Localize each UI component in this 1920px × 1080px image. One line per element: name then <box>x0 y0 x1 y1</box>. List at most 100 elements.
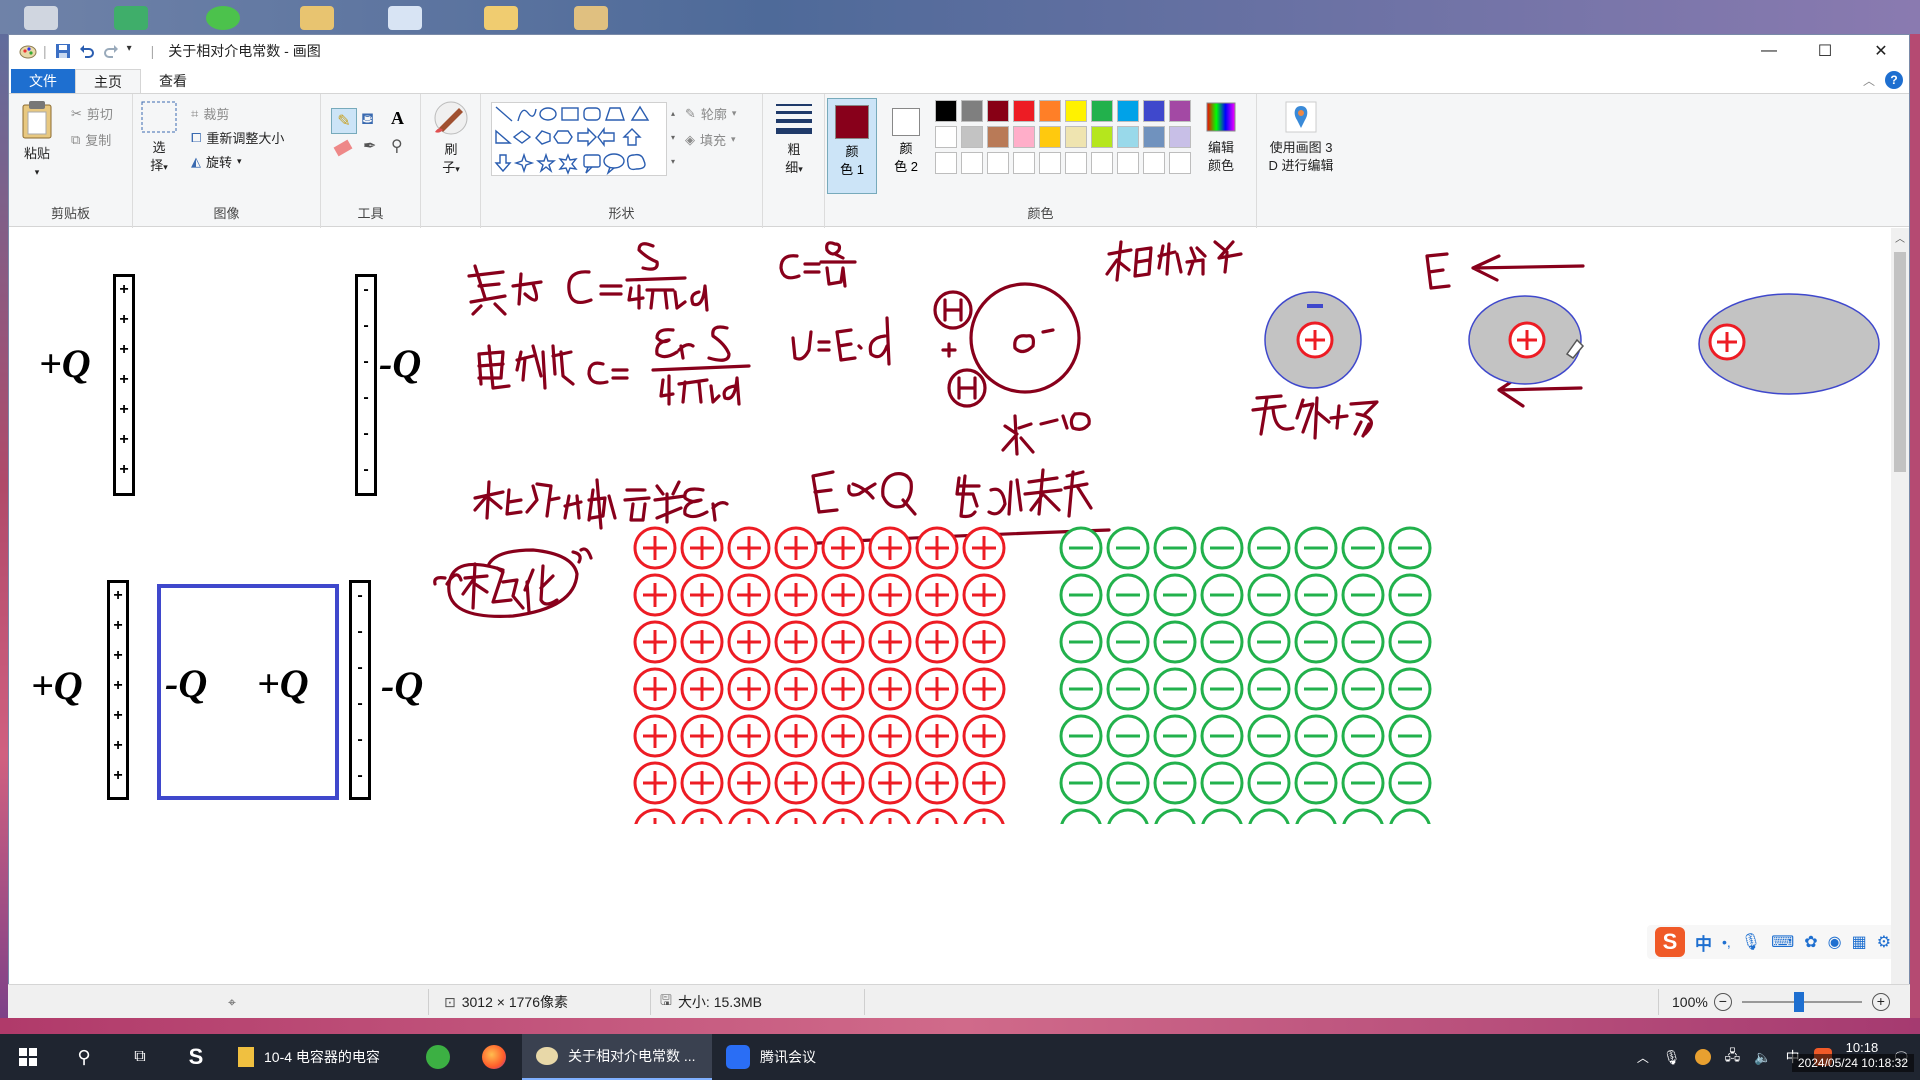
sogou-icon[interactable]: S <box>1655 927 1685 957</box>
settings-icon[interactable]: ⚙ <box>1877 932 1891 952</box>
vertical-scroll-thumb[interactable] <box>1894 252 1906 472</box>
color1-button[interactable]: 颜 色 1 <box>827 98 877 194</box>
taskbar-app-sogou[interactable]: S <box>168 1034 224 1080</box>
palette-swatch[interactable] <box>1039 126 1061 148</box>
fill-button[interactable]: ◈ 填充 ▾ <box>685 130 736 149</box>
search-button[interactable]: ⚲ <box>56 1034 112 1080</box>
redo-icon[interactable] <box>103 43 119 59</box>
skin-icon[interactable]: ✿ <box>1804 932 1817 952</box>
shapes-gallery[interactable] <box>491 102 667 176</box>
volume-icon[interactable]: 🔈 <box>1754 1049 1771 1066</box>
vertical-scrollbar[interactable]: ︿ <box>1891 228 1909 998</box>
outline-button[interactable]: ✎ 轮廓 ▾ <box>685 104 736 123</box>
palette-swatch[interactable] <box>1013 100 1035 122</box>
desktop-folder-icon[interactable] <box>300 6 334 30</box>
zoom-in-button[interactable]: + <box>1871 993 1890 1011</box>
palette-swatch[interactable] <box>1039 152 1061 174</box>
tray-overflow-icon[interactable]: ︿ <box>1637 1049 1649 1066</box>
network-icon[interactable]: 🖧 <box>1725 1045 1741 1069</box>
eraser-tool[interactable] <box>333 139 353 157</box>
cut-button[interactable]: ✂ 剪切 <box>71 104 113 123</box>
palette-swatch[interactable] <box>935 126 957 148</box>
crop-button[interactable]: ⌗ 裁剪 <box>191 104 229 123</box>
taskbar-app-folder[interactable]: 10-4 电容器的电容 <box>224 1034 410 1080</box>
desktop-app-icon[interactable] <box>114 6 148 30</box>
palette-swatch[interactable] <box>1065 126 1087 148</box>
desktop-file-icon[interactable] <box>388 6 422 30</box>
palette-swatch[interactable] <box>1117 100 1139 122</box>
palette-swatch[interactable] <box>961 100 983 122</box>
recycle-bin-icon[interactable] <box>24 6 58 30</box>
palette-swatch[interactable] <box>1143 100 1165 122</box>
tab-home[interactable]: 主页 <box>75 69 141 93</box>
select-button[interactable]: 选 择▾ <box>139 100 179 176</box>
minimize-button[interactable]: — <box>1741 35 1797 67</box>
palette-swatch[interactable] <box>935 152 957 174</box>
undo-icon[interactable] <box>79 43 95 59</box>
copy-button[interactable]: ⧉ 复制 <box>71 130 111 149</box>
ime-punctuation[interactable]: •, <box>1722 934 1731 950</box>
palette-swatch[interactable] <box>1117 126 1139 148</box>
palette-swatch[interactable] <box>1117 152 1139 174</box>
brushes-button[interactable]: 刷 子▾ <box>427 100 475 178</box>
palette-swatch[interactable] <box>1169 100 1191 122</box>
rotate-button[interactable]: ◭ 旋转 ▾ <box>191 152 242 171</box>
palette-swatch[interactable] <box>987 152 1009 174</box>
palette-swatch[interactable] <box>1169 126 1191 148</box>
tab-file[interactable]: 文件 <box>11 69 75 93</box>
close-button[interactable]: ✕ <box>1853 35 1909 67</box>
fill-tool[interactable]: ⛾ <box>361 110 374 130</box>
customize-toolbar-icon[interactable]: ▾ <box>127 43 143 59</box>
pencil-tool[interactable]: ✎ <box>331 108 357 134</box>
ime-toolbar[interactable]: S 中 •, 🎙 ⌨ ✿ ◉ ▦ ⚙ <box>1647 925 1900 959</box>
palette-swatch[interactable] <box>987 126 1009 148</box>
tray-mic-icon[interactable]: 🎙 <box>1663 1049 1681 1066</box>
palette-swatch[interactable] <box>935 100 957 122</box>
game-icon[interactable]: ◉ <box>1828 932 1842 952</box>
color-picker-tool[interactable]: ✒ <box>363 136 376 156</box>
palette-swatch[interactable] <box>1169 152 1191 174</box>
palette-swatch[interactable] <box>1065 100 1087 122</box>
palette-swatch[interactable] <box>1143 126 1165 148</box>
tray-app-icon[interactable] <box>1694 1049 1711 1065</box>
palette-swatch[interactable] <box>1143 152 1165 174</box>
scroll-up-icon[interactable]: ︿ <box>1891 230 1909 245</box>
color2-button[interactable]: 颜 色 2 <box>881 98 931 194</box>
collapse-ribbon-icon[interactable]: ︿ <box>1863 72 1875 89</box>
palette-swatch[interactable] <box>1091 100 1113 122</box>
text-tool[interactable]: A <box>391 108 404 129</box>
palette-swatch[interactable] <box>1091 126 1113 148</box>
grid-menu-icon[interactable]: ▦ <box>1852 932 1867 952</box>
paint-app-icon[interactable] <box>19 43 37 59</box>
palette-swatch[interactable] <box>1013 152 1035 174</box>
save-icon[interactable] <box>55 43 71 59</box>
microphone-icon[interactable]: 🎙 <box>1741 932 1761 952</box>
zoom-out-button[interactable]: − <box>1713 993 1732 1011</box>
paste-button[interactable]: 粘贴 ▾ <box>17 100 57 181</box>
ime-language[interactable]: 中 <box>1695 930 1712 955</box>
palette-swatch[interactable] <box>1091 152 1113 174</box>
desktop-folder-icon[interactable] <box>484 6 518 30</box>
start-button[interactable] <box>0 1034 56 1080</box>
taskbar-app-paint[interactable]: 关于相对介电常数 ... <box>522 1034 712 1080</box>
keyboard-icon[interactable]: ⌨ <box>1771 932 1794 952</box>
magnifier-tool[interactable]: ⚲ <box>391 136 403 156</box>
taskbar-app-360[interactable] <box>410 1034 466 1080</box>
paint3d-button[interactable]: 使用画图 3 D 进行编辑 <box>1259 100 1343 175</box>
taskbar-app-tencent-meeting[interactable]: 腾讯会议 <box>712 1034 830 1080</box>
maximize-button[interactable]: ☐ <box>1797 35 1853 67</box>
help-icon[interactable]: ? <box>1885 71 1903 89</box>
size-button[interactable]: 粗 细▾ <box>773 100 815 178</box>
palette-swatch[interactable] <box>1065 152 1087 174</box>
tab-view[interactable]: 查看 <box>141 69 205 93</box>
zoom-slider[interactable] <box>1741 992 1862 1012</box>
task-view-button[interactable]: ⧉ <box>112 1034 168 1080</box>
edit-colors-button[interactable]: 编辑 颜色 <box>1193 100 1249 175</box>
desktop-app-icon[interactable] <box>206 6 240 30</box>
desktop-folder-icon[interactable] <box>574 6 608 30</box>
palette-swatch[interactable] <box>987 100 1009 122</box>
palette-swatch[interactable] <box>1013 126 1035 148</box>
palette-swatch[interactable] <box>961 152 983 174</box>
resize-button[interactable]: ⧠ 重新调整大小 <box>191 128 284 147</box>
palette-swatch[interactable] <box>1039 100 1061 122</box>
